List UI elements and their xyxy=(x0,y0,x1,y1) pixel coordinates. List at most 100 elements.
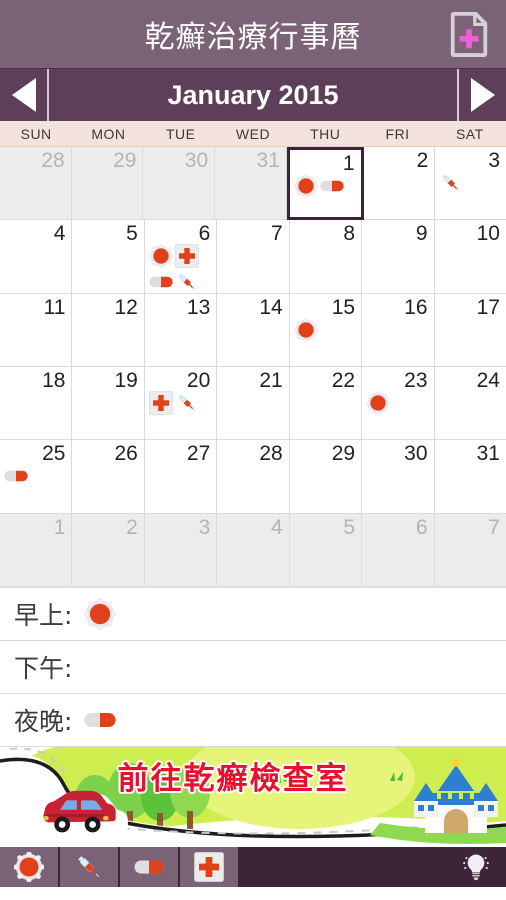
day-icon-group xyxy=(366,391,432,415)
day-number: 30 xyxy=(184,149,209,172)
day-detail-panel: 早上: 下午: 夜晚: xyxy=(0,587,506,747)
calendar-day-cell[interactable]: 3 xyxy=(144,513,218,587)
calendar-day-cell[interactable]: 17 xyxy=(434,293,506,367)
day-number: 14 xyxy=(259,295,283,319)
day-number: 22 xyxy=(331,368,356,392)
calendar-week-row: 28 29 30 31 1 2 3 xyxy=(0,147,506,221)
day-number: 28 xyxy=(259,442,283,466)
calendar-day-cell[interactable]: 5 xyxy=(72,220,145,294)
calendar-day-cell[interactable]: 14 xyxy=(217,293,290,367)
weekday-label-sat: SAT xyxy=(455,126,484,142)
toolbar-button-sun[interactable] xyxy=(0,847,60,887)
calendar-day-cell[interactable]: 28 xyxy=(0,147,72,221)
calendar-day-cell[interactable]: 2 xyxy=(363,147,436,221)
calendar-day-cell[interactable]: 25 xyxy=(0,440,73,514)
detail-row-label: 下午: xyxy=(14,654,73,683)
title-bar: 乾癬治療行事曆 xyxy=(0,0,506,68)
day-number: 12 xyxy=(114,295,138,319)
day-number: 3 xyxy=(488,149,501,172)
calendar-day-cell[interactable]: 16 xyxy=(362,293,435,367)
calendar-week-row: 18 19 20 21 22 23 24 xyxy=(0,366,506,441)
calendar-day-cell[interactable]: 31 xyxy=(434,440,506,514)
calendar-day-cell[interactable]: 9 xyxy=(362,220,435,294)
calendar-day-cell[interactable]: 7 xyxy=(217,220,290,294)
calendar-day-cell[interactable]: 28 xyxy=(217,440,290,514)
day-number: 15 xyxy=(331,295,356,319)
ad-headline: 前往乾癬檢查室 xyxy=(117,761,349,797)
calendar-day-cell[interactable]: 19 xyxy=(72,366,145,441)
calendar-day-cell[interactable]: 29 xyxy=(71,147,144,221)
calendar-day-cell[interactable]: 13 xyxy=(144,293,218,367)
weekday-label-sun: SUN xyxy=(20,126,52,142)
sun-icon xyxy=(149,244,173,268)
day-number: 9 xyxy=(415,222,428,246)
capsule-icon xyxy=(320,174,344,198)
advertisement-banner[interactable]: 前往乾癬檢查室 xyxy=(0,747,506,847)
calendar-day-cell[interactable]: 5 xyxy=(289,513,363,587)
weekday-header: SUN MON TUE WED THU FRI SAT xyxy=(0,121,506,147)
detail-row[interactable]: 夜晚: xyxy=(0,694,506,747)
sun-icon xyxy=(294,174,318,198)
day-icon-group xyxy=(149,391,215,415)
calendar-day-cell[interactable]: 15 xyxy=(289,293,363,367)
day-number: 18 xyxy=(42,368,66,392)
previous-month-button[interactable] xyxy=(0,69,49,121)
calendar-day-cell[interactable]: 6 xyxy=(144,220,218,294)
calendar-day-cell[interactable]: 24 xyxy=(434,366,506,441)
add-document-button[interactable] xyxy=(444,9,494,59)
day-number: 28 xyxy=(41,149,65,172)
sun-icon xyxy=(14,852,44,882)
day-number: 4 xyxy=(53,222,66,246)
calendar-day-cell[interactable]: 18 xyxy=(0,366,73,441)
capsule-icon xyxy=(134,852,164,882)
calendar-day-cell[interactable]: 20 xyxy=(144,366,218,441)
calendar-day-cell[interactable]: 8 xyxy=(289,220,363,294)
toolbar-tips-button[interactable] xyxy=(446,847,506,887)
syringe-icon xyxy=(74,852,104,882)
toolbar-button-capsule[interactable] xyxy=(120,847,180,887)
calendar-day-cell[interactable]: 12 xyxy=(72,293,145,367)
day-number: 1 xyxy=(342,152,355,175)
calendar-day-cell[interactable]: 11 xyxy=(0,293,73,367)
calendar-day-cell[interactable]: 2 xyxy=(72,513,145,587)
detail-row-label: 夜晚: xyxy=(14,707,73,736)
day-number: 16 xyxy=(404,295,428,319)
calendar-grid: 28 29 30 31 1 2 3 4 5 6 7 8 9 10 11 12 13 14 15 16 17 18 19 20 2… xyxy=(0,147,506,587)
calendar-day-cell[interactable]: 4 xyxy=(217,513,290,587)
add-document-icon xyxy=(446,11,492,57)
weekday-label-fri: FRI xyxy=(385,126,410,142)
calendar-day-cell[interactable]: 27 xyxy=(144,440,218,514)
sun-icon xyxy=(366,391,390,415)
calendar-day-cell[interactable]: 7 xyxy=(434,513,506,587)
calendar-day-cell[interactable]: 23 xyxy=(362,366,435,441)
calendar-day-cell[interactable]: 10 xyxy=(434,220,506,294)
day-number: 2 xyxy=(416,149,429,172)
calendar-day-cell[interactable]: 6 xyxy=(362,513,435,587)
calendar-day-cell[interactable]: 1 xyxy=(0,513,73,587)
calendar-day-cell[interactable]: 1 xyxy=(286,147,364,221)
next-month-button[interactable] xyxy=(457,69,506,121)
day-number: 19 xyxy=(114,368,138,392)
detail-row[interactable]: 下午: xyxy=(0,641,506,694)
capsule-icon xyxy=(149,270,173,293)
detail-row[interactable]: 早上: xyxy=(0,588,506,641)
syringe-icon xyxy=(175,270,199,293)
calendar-day-cell[interactable]: 29 xyxy=(289,440,363,514)
calendar-day-cell[interactable]: 31 xyxy=(215,147,287,221)
day-number: 4 xyxy=(271,515,283,539)
toolbar-button-redcross[interactable] xyxy=(180,847,240,887)
calendar-day-cell[interactable]: 4 xyxy=(0,220,73,294)
lightbulb-icon xyxy=(461,852,491,882)
calendar-day-cell[interactable]: 30 xyxy=(362,440,435,514)
day-number: 29 xyxy=(113,149,137,172)
calendar-day-cell[interactable]: 3 xyxy=(435,147,506,221)
calendar-day-cell[interactable]: 21 xyxy=(217,366,290,441)
chevron-left-icon xyxy=(11,78,36,112)
calendar-week-row: 25 26 27 28 29 30 31 xyxy=(0,440,506,514)
toolbar-button-syringe[interactable] xyxy=(60,847,120,887)
day-icon-group xyxy=(439,171,505,195)
day-number: 21 xyxy=(259,368,283,392)
calendar-day-cell[interactable]: 30 xyxy=(143,147,216,221)
calendar-day-cell[interactable]: 22 xyxy=(289,366,363,441)
calendar-day-cell[interactable]: 26 xyxy=(72,440,145,514)
